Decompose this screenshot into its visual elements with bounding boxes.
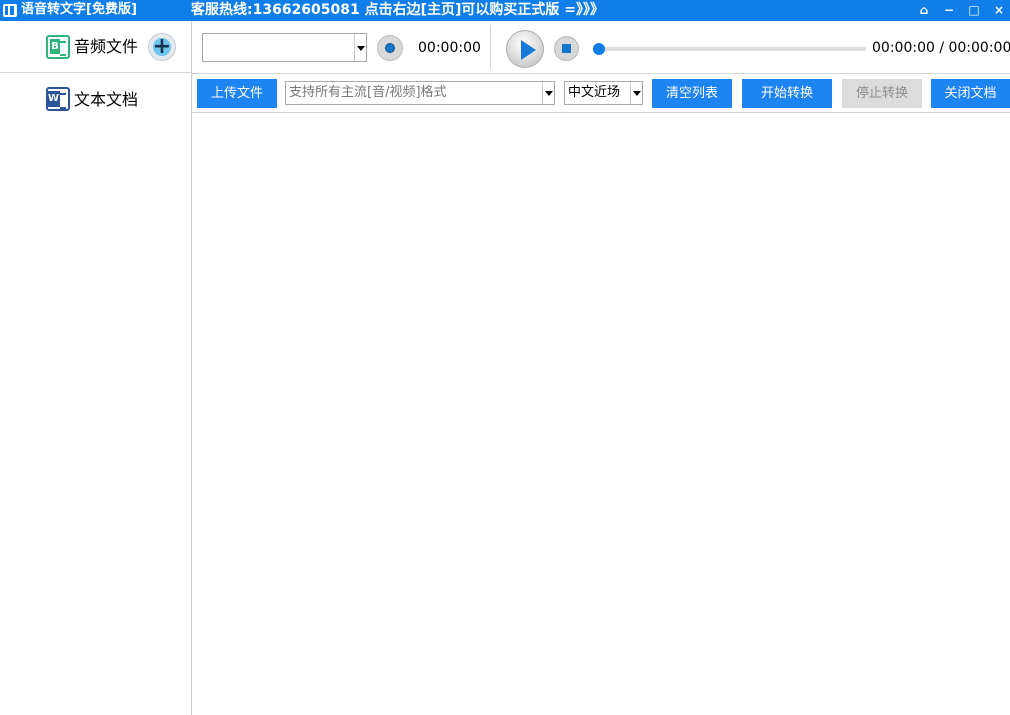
start-convert-button[interactable]: 开始转换 xyxy=(742,79,832,108)
add-audio-button[interactable] xyxy=(148,33,176,61)
chevron-down-icon[interactable] xyxy=(354,34,366,61)
close-icon[interactable]: × xyxy=(991,2,1007,18)
close-document-button[interactable]: 关闭文档 xyxy=(931,79,1010,108)
minimize-icon[interactable]: − xyxy=(941,2,957,18)
action-toolbar: 上传文件 支持所有主流[音/视频]格式 中文近场 清空列表 开始转换 停止转换 … xyxy=(192,74,1010,113)
upload-file-button[interactable]: 上传文件 xyxy=(197,79,277,108)
playback-progress-slider[interactable] xyxy=(593,43,866,55)
sidebar: 音频文件 文本文档 xyxy=(0,21,192,715)
language-select[interactable]: 中文近场 xyxy=(564,81,643,105)
stop-playback-button[interactable] xyxy=(554,36,579,61)
toolbar-divider xyxy=(490,25,491,69)
audio-file-icon xyxy=(46,35,70,59)
maximize-icon[interactable]: □ xyxy=(966,2,982,18)
sidebar-item-label: 文本文档 xyxy=(74,90,139,109)
current-time: 00:00:00 xyxy=(418,40,481,56)
word-document-icon xyxy=(46,87,70,111)
audio-file-select[interactable] xyxy=(202,33,367,62)
media-player-bar: 00:00:00 00:00:00 / 00:00:00 xyxy=(192,21,1010,74)
record-button[interactable] xyxy=(377,35,403,61)
stop-convert-button: 停止转换 xyxy=(842,79,922,108)
window-title: 语音转文字[免费版] xyxy=(21,2,137,17)
sidebar-item-text[interactable]: 文本文档 xyxy=(0,74,191,126)
format-select[interactable]: 支持所有主流[音/视频]格式 xyxy=(285,81,555,105)
home-icon[interactable]: ⌂ xyxy=(916,2,932,18)
hotline-text: 客服热线:13662605081 点击右边[主页]可以购买正式版 =》》》 xyxy=(191,2,605,18)
sidebar-item-audio[interactable]: 音频文件 xyxy=(0,21,191,73)
play-button[interactable] xyxy=(506,30,544,68)
clear-list-button[interactable]: 清空列表 xyxy=(652,79,732,108)
time-display: 00:00:00 / 00:00:00 xyxy=(872,40,1010,56)
format-placeholder: 支持所有主流[音/视频]格式 xyxy=(289,85,447,100)
chevron-down-icon[interactable] xyxy=(542,82,554,104)
sidebar-item-label: 音频文件 xyxy=(74,37,139,56)
app-logo-icon xyxy=(3,4,17,17)
title-bar: 语音转文字[免费版] 客服热线:13662605081 点击右边[主页]可以购买… xyxy=(0,0,1010,21)
chevron-down-icon[interactable] xyxy=(630,82,642,104)
file-list-area xyxy=(192,114,1010,715)
language-value: 中文近场 xyxy=(568,85,621,100)
progress-handle[interactable] xyxy=(593,43,605,55)
